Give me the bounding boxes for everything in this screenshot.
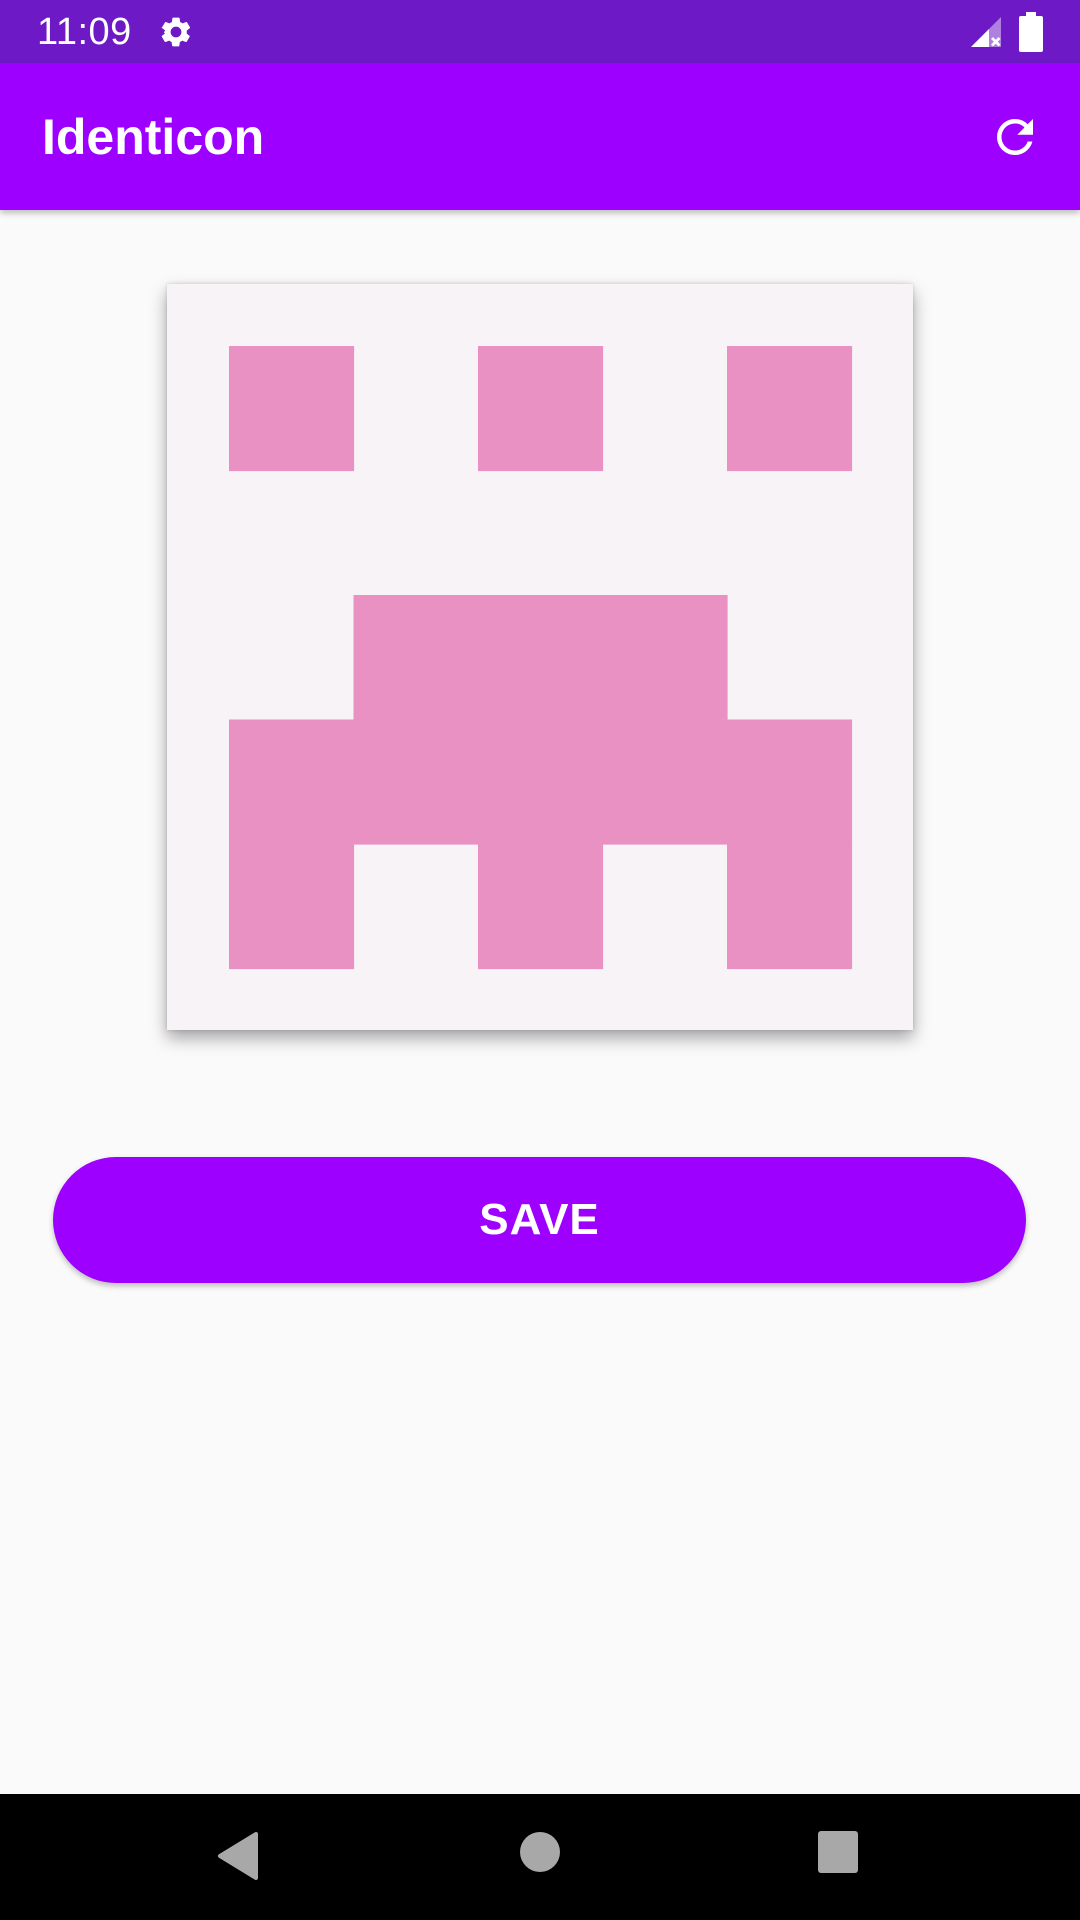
identicon-cell-3-1	[353, 719, 479, 845]
identicon-cell-2-2	[478, 595, 604, 721]
identicon-cell-4-0	[229, 844, 355, 970]
identicon-cell-0-4	[727, 346, 853, 472]
identicon-cell-4-4	[727, 844, 853, 970]
identicon-image	[229, 346, 853, 970]
identicon-cell-3-4	[727, 719, 853, 845]
save-button-label: SAVE	[479, 1195, 600, 1244]
signal-no-service-icon	[971, 17, 1001, 47]
identicon-cell-2-1	[353, 595, 479, 721]
navigation-bar	[0, 1794, 1080, 1920]
battery-full-icon	[1019, 12, 1043, 52]
identicon-cell-3-3	[602, 719, 728, 845]
save-button[interactable]: SAVE	[53, 1157, 1026, 1283]
home-icon[interactable]	[520, 1832, 560, 1872]
identicon-cell-0-2	[478, 346, 604, 472]
status-time: 11:09	[37, 11, 132, 53]
identicon-cell-2-3	[602, 595, 728, 721]
identicon-cell-3-0	[229, 719, 355, 845]
back-icon[interactable]	[216, 1830, 260, 1882]
refresh-icon	[997, 119, 1033, 155]
identicon-cell-3-2	[478, 719, 604, 845]
app-bar: Identicon	[0, 63, 1080, 210]
identicon-cell-4-2	[478, 844, 604, 970]
gear-icon	[161, 17, 191, 47]
identicon-card	[167, 284, 913, 1030]
status-bar: 11:09	[0, 0, 1080, 63]
app-title: Identicon	[42, 109, 265, 165]
recents-icon[interactable]	[818, 1831, 858, 1873]
identicon-cell-0-0	[229, 346, 355, 472]
refresh-button[interactable]	[977, 99, 1053, 175]
